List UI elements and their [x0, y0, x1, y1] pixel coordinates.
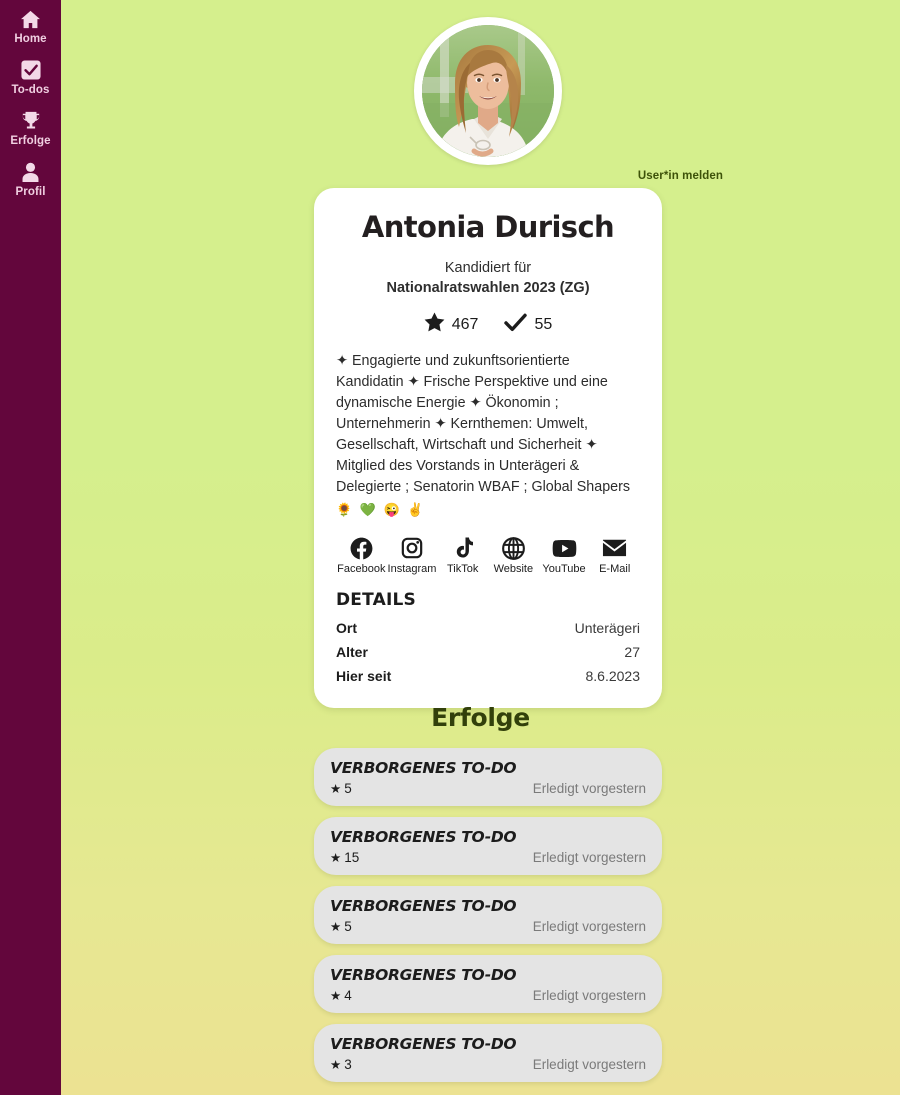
achievement-date: Erledigt vorgestern [532, 1057, 646, 1072]
achievement-date: Erledigt vorgestern [532, 781, 646, 796]
report-user-link[interactable]: User*in melden [638, 170, 723, 182]
social-links: Facebook Instagram TikTok Website YouTub… [336, 536, 640, 576]
sidebar-item-label: Profil [15, 186, 46, 198]
envelope-icon [602, 536, 627, 560]
achievement-name: VERBORGENES TO-DO [330, 828, 517, 846]
achievement-date: Erledigt vorgestern [532, 988, 646, 1003]
profile-card: Antonia Durisch Kandidiert für Nationalr… [314, 188, 662, 708]
social-label: YouTube [542, 563, 586, 575]
achievement-date: Erledigt vorgestern [532, 919, 646, 934]
sidebar-item-profil[interactable]: Profil [0, 161, 61, 212]
star-icon: ★ [330, 782, 342, 796]
social-label: TikTok [446, 563, 479, 575]
achievement-date: Erledigt vorgestern [532, 850, 646, 865]
stat-checks: 55 [504, 313, 552, 337]
sidebar-item-todos[interactable]: To-dos [0, 59, 61, 110]
candidacy-prefix: Kandidiert für [444, 260, 532, 276]
achievement-meta: ★ 5 Erledigt vorgestern [330, 781, 646, 796]
stats-row: 467 55 [336, 312, 640, 337]
page-root: Home To-dos Erfolge Profil User*in melde… [0, 0, 900, 1095]
candidacy-election: Nationalratswahlen 2023 (ZG) [386, 280, 590, 296]
achievement-points-value: 5 [344, 781, 352, 796]
star-icon: ★ [330, 920, 342, 934]
detail-row-ort: Ort Unterägeri [336, 616, 640, 640]
social-label: Facebook [337, 563, 386, 575]
sidebar-item-home[interactable]: Home [0, 8, 61, 59]
sidebar-item-label: Home [14, 33, 47, 45]
instagram-icon [401, 536, 423, 560]
achievement-points: ★ 5 [330, 781, 352, 796]
details-heading: DETAILS [336, 590, 416, 610]
social-link-website[interactable]: Website [488, 536, 539, 576]
achievement-points-value: 15 [344, 850, 360, 865]
stat-stars: 467 [424, 312, 479, 337]
achievement-card[interactable]: VERBORGENES TO-DO ★ 5 Erledigt vorgestern [314, 886, 662, 944]
checkbox-icon [20, 59, 41, 81]
detail-row-hier-seit: Hier seit 8.6.2023 [336, 664, 640, 688]
tiktok-icon [453, 536, 473, 560]
avatar-photo [422, 25, 554, 157]
youtube-icon [552, 536, 577, 560]
achievement-name: VERBORGENES TO-DO [330, 1035, 517, 1053]
achievement-name: VERBORGENES TO-DO [330, 897, 517, 915]
star-icon: ★ [330, 851, 342, 865]
detail-key: Alter [336, 644, 368, 660]
achievement-points: ★ 15 [330, 850, 359, 865]
avatar[interactable] [414, 17, 562, 165]
detail-value: Unterägeri [574, 620, 640, 636]
home-icon [20, 8, 41, 30]
achievement-name: VERBORGENES TO-DO [330, 966, 517, 984]
achievement-card[interactable]: VERBORGENES TO-DO ★ 4 Erledigt vorgestern [314, 955, 662, 1013]
detail-row-alter: Alter 27 [336, 640, 640, 664]
achievement-meta: ★ 3 Erledigt vorgestern [330, 1057, 646, 1072]
achievement-meta: ★ 4 Erledigt vorgestern [330, 988, 646, 1003]
social-label: Website [493, 563, 534, 575]
social-link-instagram[interactable]: Instagram [387, 536, 438, 576]
globe-icon [501, 536, 525, 560]
detail-key: Hier seit [336, 668, 392, 684]
achievement-card[interactable]: VERBORGENES TO-DO ★ 15 Erledigt vorgester… [314, 817, 662, 875]
main-content: User*in melden Antonia Durisch Kandidier… [61, 0, 900, 1095]
profile-bio-emoji: 🌻 💚 😜 ✌ [336, 502, 426, 517]
achievement-meta: ★ 5 Erledigt vorgestern [330, 919, 646, 934]
stat-checks-value: 55 [534, 315, 553, 333]
facebook-icon [350, 536, 373, 560]
social-label: E-Mail [599, 563, 631, 575]
achievement-name: VERBORGENES TO-DO [330, 759, 517, 777]
social-link-youtube[interactable]: YouTube [539, 536, 590, 576]
achievement-meta: ★ 15 Erledigt vorgestern [330, 850, 646, 865]
social-link-email[interactable]: E-Mail [589, 536, 640, 576]
sidebar-nav: Home To-dos Erfolge Profil [0, 0, 61, 1095]
achievement-card[interactable]: VERBORGENES TO-DO ★ 3 Erledigt vorgestern [314, 1024, 662, 1082]
page-title: Antonia Durisch [361, 210, 615, 244]
sidebar-item-label: Erfolge [10, 135, 51, 147]
achievement-points-value: 3 [344, 1057, 352, 1072]
check-icon [504, 313, 528, 337]
achievement-points: ★ 4 [330, 988, 352, 1003]
stat-stars-value: 467 [451, 315, 479, 333]
star-icon: ★ [330, 1058, 342, 1072]
detail-key: Ort [336, 620, 357, 636]
achievements-list: VERBORGENES TO-DO ★ 5 Erledigt vorgestern… [314, 748, 662, 1082]
star-icon [424, 312, 445, 337]
detail-value: 8.6.2023 [585, 668, 641, 684]
person-icon [21, 161, 40, 183]
sidebar-item-label: To-dos [11, 84, 50, 96]
achievement-card[interactable]: VERBORGENES TO-DO ★ 5 Erledigt vorgestern [314, 748, 662, 806]
sidebar-item-erfolge[interactable]: Erfolge [0, 110, 61, 161]
achievement-points-value: 4 [344, 988, 352, 1003]
trophy-icon [21, 110, 41, 132]
social-label: Instagram [387, 563, 437, 575]
profile-bio: ✦ Engagierte und zukunftsorientierte Kan… [336, 353, 631, 495]
social-link-facebook[interactable]: Facebook [336, 536, 387, 576]
detail-value: 27 [624, 644, 640, 660]
achievement-points: ★ 3 [330, 1057, 352, 1072]
star-icon: ★ [330, 989, 342, 1003]
achievement-points-value: 5 [344, 919, 352, 934]
achievements-heading: Erfolge [431, 703, 530, 732]
achievement-points: ★ 5 [330, 919, 352, 934]
social-link-tiktok[interactable]: TikTok [437, 536, 488, 576]
avatar-ring [414, 17, 562, 165]
